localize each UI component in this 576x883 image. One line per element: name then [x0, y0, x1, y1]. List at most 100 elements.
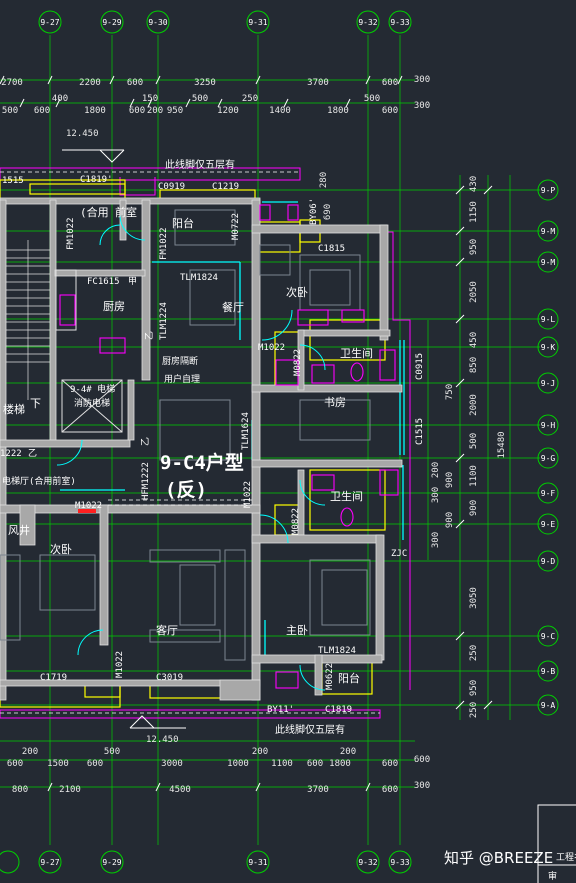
dim-text: 900 [445, 512, 455, 528]
room-living: 客厅 [156, 623, 178, 637]
dim-text: 3050 [469, 587, 479, 609]
code-c1815: C1815 [318, 244, 345, 254]
title-block-text-2: 审 [548, 870, 557, 882]
dimensions-top: 2700 2200 600 3250 3700 600 300 400 150 … [1, 75, 430, 116]
room-balcony-back: 阳台 [338, 671, 360, 685]
code-zjc: ZJC [391, 549, 407, 559]
code-c3019: C3019 [156, 673, 183, 683]
dim-text: 600 [127, 78, 143, 88]
watermark: 知乎 @BREEZE [444, 849, 553, 867]
dim-text: 200 [22, 747, 38, 757]
code-m1022-c: M1022 [75, 501, 102, 511]
dim-text: 250 [242, 94, 258, 104]
dimensions-bottom: 200 500 200 200 600 1500 600 3000 1000 1… [7, 747, 430, 795]
axis-bottom-label: 9-31 [248, 858, 267, 867]
dim-text: 3250 [194, 78, 216, 88]
dim-text: 600 [34, 106, 50, 116]
dim-text: 4500 [169, 785, 191, 795]
dim-text: 280 [319, 172, 329, 188]
code-by11: BY11' [267, 705, 294, 715]
code-c1219: C1219 [212, 182, 239, 192]
kitchen-note-1: 厨房隔断 [162, 355, 198, 367]
dim-text: 850 [469, 357, 479, 373]
dim-text: 1100 [469, 465, 479, 487]
dim-text: 600 [382, 785, 398, 795]
dim-text: 450 [469, 332, 479, 348]
room-stair: 楼梯 [3, 402, 25, 416]
dim-text: 500 [469, 433, 479, 449]
dim-text: 300 [431, 487, 441, 503]
code-m0822-b: M0822 [291, 508, 301, 535]
code-z2: 乙 [140, 437, 151, 446]
dim-text: 300 [414, 75, 430, 85]
axis-right-label: 9-E [541, 520, 556, 529]
axis-top-label: 9-27 [40, 18, 59, 27]
room-master: 主卧 [286, 624, 308, 637]
dim-text: 600 [7, 759, 23, 769]
note-bottom: 此线脚仅五层有 [275, 723, 345, 736]
dim-text: 900 [469, 500, 479, 516]
dim-text: 600 [129, 106, 145, 116]
axis-right-label: 9-B [541, 667, 556, 676]
note-top: 此线脚仅五层有 [165, 158, 235, 171]
code-fm1022b: FM1022 [159, 227, 169, 260]
dim-text: 600 [87, 759, 103, 769]
dim-text: 1200 [217, 106, 239, 116]
dim-text: 1150 [469, 201, 479, 223]
code-c0919: C0919 [158, 182, 185, 192]
axis-right-label: 9-L [541, 315, 556, 324]
axis-bottom-label: 9-33 [390, 858, 409, 867]
dim-text: 2200 [79, 78, 101, 88]
code-fm1022: FM1022 [66, 217, 76, 250]
axis-right-label: 9-K [541, 343, 556, 352]
level-value: 12.450 [146, 735, 179, 745]
kitchen-note-2: 用户自理 [164, 373, 200, 385]
dim-text: 1100 [271, 759, 293, 769]
stair-treads [6, 240, 50, 400]
room-balcony-front: 阳台 [172, 216, 194, 230]
dim-text: 3000 [161, 759, 183, 769]
dim-text: 430 [469, 176, 479, 192]
dim-text: 15480 [497, 431, 507, 458]
dim-text: 200 [147, 106, 163, 116]
dim-text: 2100 [59, 785, 81, 795]
code-c1515-top: 1515 [2, 176, 24, 186]
room-bedroom-secondary-2: 次卧 [50, 542, 72, 556]
code-m1022-b: M1022 [243, 481, 253, 508]
axis-right-label: 9-C [541, 632, 556, 641]
dim-text: 2050 [469, 281, 479, 303]
dim-text: 3700 [307, 785, 329, 795]
dim-text: 800 [12, 785, 28, 795]
dim-text: 750 [445, 384, 455, 400]
dim-text: 600 [382, 106, 398, 116]
axis-top-label: 9-33 [390, 18, 409, 27]
axis-top-label: 9-32 [358, 18, 377, 27]
axis-right-label: 9-D [541, 557, 556, 566]
floor-plan: 9-27 9-29 9-30 9-31 9-32 9-33 9-27 9-29 … [0, 10, 576, 883]
dim-text: 400 [52, 94, 68, 104]
dim-text: 500 [2, 106, 18, 116]
code-hfm1222: HFM1222 [141, 462, 151, 500]
dim-text: 2700 [1, 78, 23, 88]
elevator-label-1: 9-4# 电梯 [70, 383, 115, 395]
code-tlm1224: TLM1224 [159, 302, 169, 340]
room-bath-1: 卫生间 [340, 346, 373, 360]
code-m0622: M0622 [325, 663, 335, 690]
dim-text: 600 [414, 755, 430, 765]
axis-right-label: 9-M [541, 227, 556, 236]
elevator-label-2: 消防电梯 [74, 397, 110, 409]
code-m1022-a: M1022 [258, 343, 285, 353]
dim-text: 1800 [327, 106, 349, 116]
room-dining: 餐厅 [222, 300, 244, 314]
room-bedroom-secondary: 次卧 [286, 285, 308, 299]
code-jia: 甲 [128, 276, 137, 287]
dim-text: 690 [323, 204, 333, 220]
dim-text: 500 [192, 94, 208, 104]
axis-top-label: 9-29 [102, 18, 121, 27]
code-tlm1824: TLM1824 [180, 273, 218, 283]
room-kitchen: 厨房 [103, 300, 125, 313]
code-m0822-a: M0822 [293, 349, 303, 376]
dim-text: 500 [104, 747, 120, 757]
dim-text: 150 [142, 94, 158, 104]
code-tlm1824b: TLM1824 [318, 646, 356, 656]
